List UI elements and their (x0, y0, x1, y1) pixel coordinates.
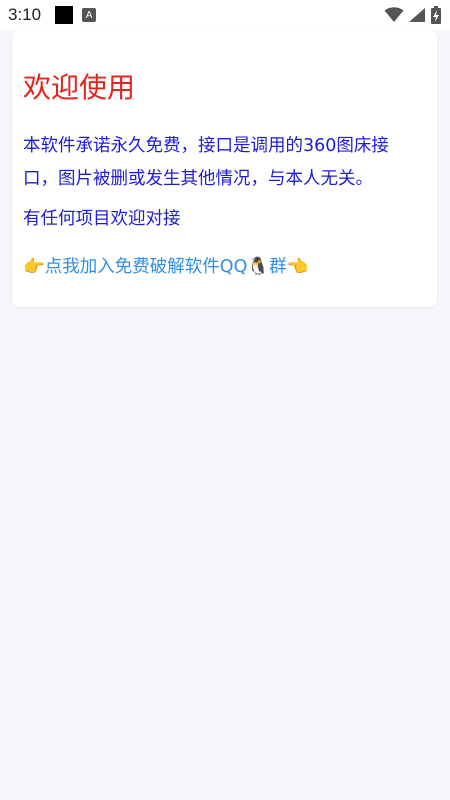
status-icons (384, 6, 442, 24)
status-bar: 3:10 A (0, 0, 450, 30)
welcome-title: 欢迎使用 (23, 71, 136, 104)
signal-icon (409, 8, 425, 22)
join-qq-group-link[interactable]: 👉点我加入免费破解软件QQ🐧群👈 (23, 254, 308, 280)
contact-text: 有任何项目欢迎对接 (23, 209, 181, 229)
status-time: 3:10 (8, 5, 42, 24)
wifi-icon (384, 7, 404, 22)
app-screen: 3:10 A 欢迎使用 本软件承诺永久免费，接口是调用的360图床接口，图片被删… (0, 0, 450, 800)
battery-charging-icon (431, 6, 441, 24)
welcome-card: 欢迎使用 本软件承诺永久免费，接口是调用的360图床接口，图片被删或发生其他情况… (12, 30, 437, 307)
disclaimer-text: 本软件承诺永久免费，接口是调用的360图床接口，图片被删或发生其他情况，与本人无… (23, 136, 389, 189)
notification-square-icon (55, 6, 74, 24)
notification-a-icon: A (82, 8, 97, 22)
